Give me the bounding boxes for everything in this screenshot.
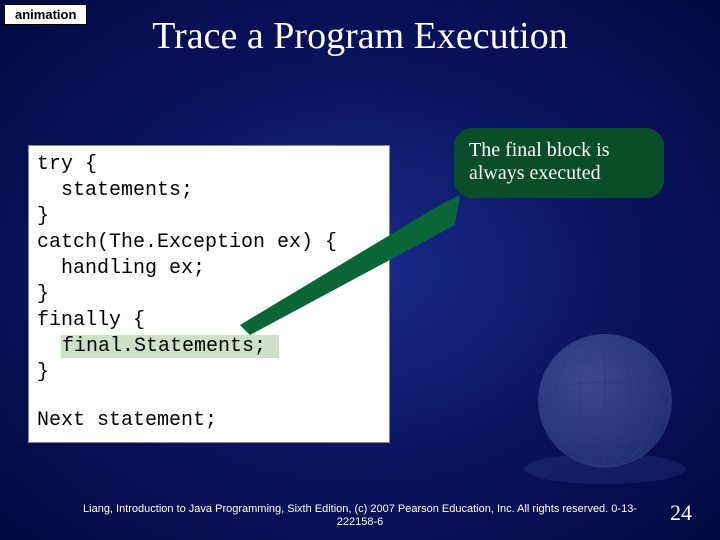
code-line: } (37, 360, 381, 386)
callout-bubble: The final block is always executed (454, 128, 664, 198)
code-block: try { statements; } catch(The.Exception … (28, 145, 390, 443)
code-line-highlight: final.Statements; (37, 334, 381, 360)
code-line: } (37, 204, 381, 230)
code-line: finally { (37, 308, 381, 334)
code-line: catch(The.Exception ex) { (37, 230, 381, 256)
page-number: 24 (670, 500, 692, 526)
footer-text: Liang, Introduction to Java Programming,… (0, 503, 720, 531)
code-line: try { (37, 152, 381, 178)
code-line: Next statement; (37, 408, 381, 434)
globe-icon (520, 320, 690, 490)
code-line: statements; (37, 178, 381, 204)
slide-title: Trace a Program Execution (0, 14, 720, 58)
blank-line (37, 386, 381, 408)
code-line: } (37, 282, 381, 308)
code-line: handling ex; (37, 256, 381, 282)
